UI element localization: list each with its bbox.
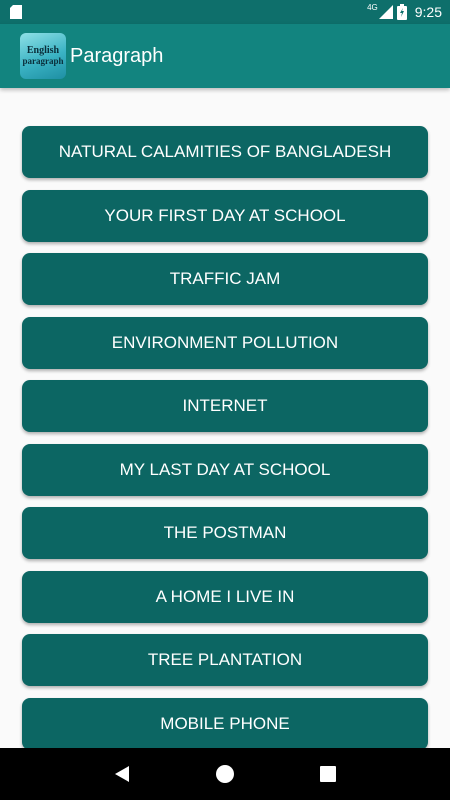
- signal-icon: [378, 5, 393, 19]
- battery-charging-icon: [396, 4, 407, 20]
- recents-icon[interactable]: [308, 754, 348, 794]
- topic-button-tree-plantation[interactable]: TREE PLANTATION: [22, 634, 428, 686]
- content-area: NATURAL CALAMITIES OF BANGLADESH YOUR FI…: [0, 88, 450, 748]
- topic-button-environment-pollution[interactable]: ENVIRONMENT POLLUTION: [22, 316, 428, 369]
- topic-list: NATURAL CALAMITIES OF BANGLADESH YOUR FI…: [22, 126, 428, 748]
- screen: 4G 9:25 English paragraph Paragraph NATU…: [0, 0, 450, 800]
- navigation-bar: [0, 748, 450, 800]
- app-bar: English paragraph Paragraph: [0, 24, 450, 88]
- home-icon[interactable]: [205, 754, 245, 794]
- status-bar: 4G 9:25: [0, 0, 450, 24]
- topic-button-home-i-live-in[interactable]: A HOME I LIVE IN: [22, 570, 428, 623]
- page-title: Paragraph: [70, 44, 164, 67]
- network-type-label: 4G: [367, 2, 378, 12]
- topic-button-traffic-jam[interactable]: TRAFFIC JAM: [22, 253, 428, 305]
- topic-button-mobile-phone[interactable]: MOBILE PHONE: [22, 697, 428, 748]
- sd-card-icon: [10, 5, 22, 19]
- topic-button-natural-calamities[interactable]: NATURAL CALAMITIES OF BANGLADESH: [22, 126, 428, 178]
- back-icon[interactable]: [102, 754, 142, 794]
- topic-button-first-day-at-school[interactable]: YOUR FIRST DAY AT SCHOOL: [22, 189, 428, 242]
- logo-line-1: English: [26, 45, 60, 56]
- clock: 9:25: [414, 4, 442, 20]
- logo-line-2: paragraph: [22, 56, 64, 66]
- topic-button-last-day-at-school[interactable]: MY LAST DAY AT SCHOOL: [22, 443, 428, 496]
- topic-button-internet[interactable]: INTERNET: [22, 380, 428, 432]
- app-logo: English paragraph: [20, 33, 66, 79]
- topic-button-postman[interactable]: THE POSTMAN: [22, 507, 428, 559]
